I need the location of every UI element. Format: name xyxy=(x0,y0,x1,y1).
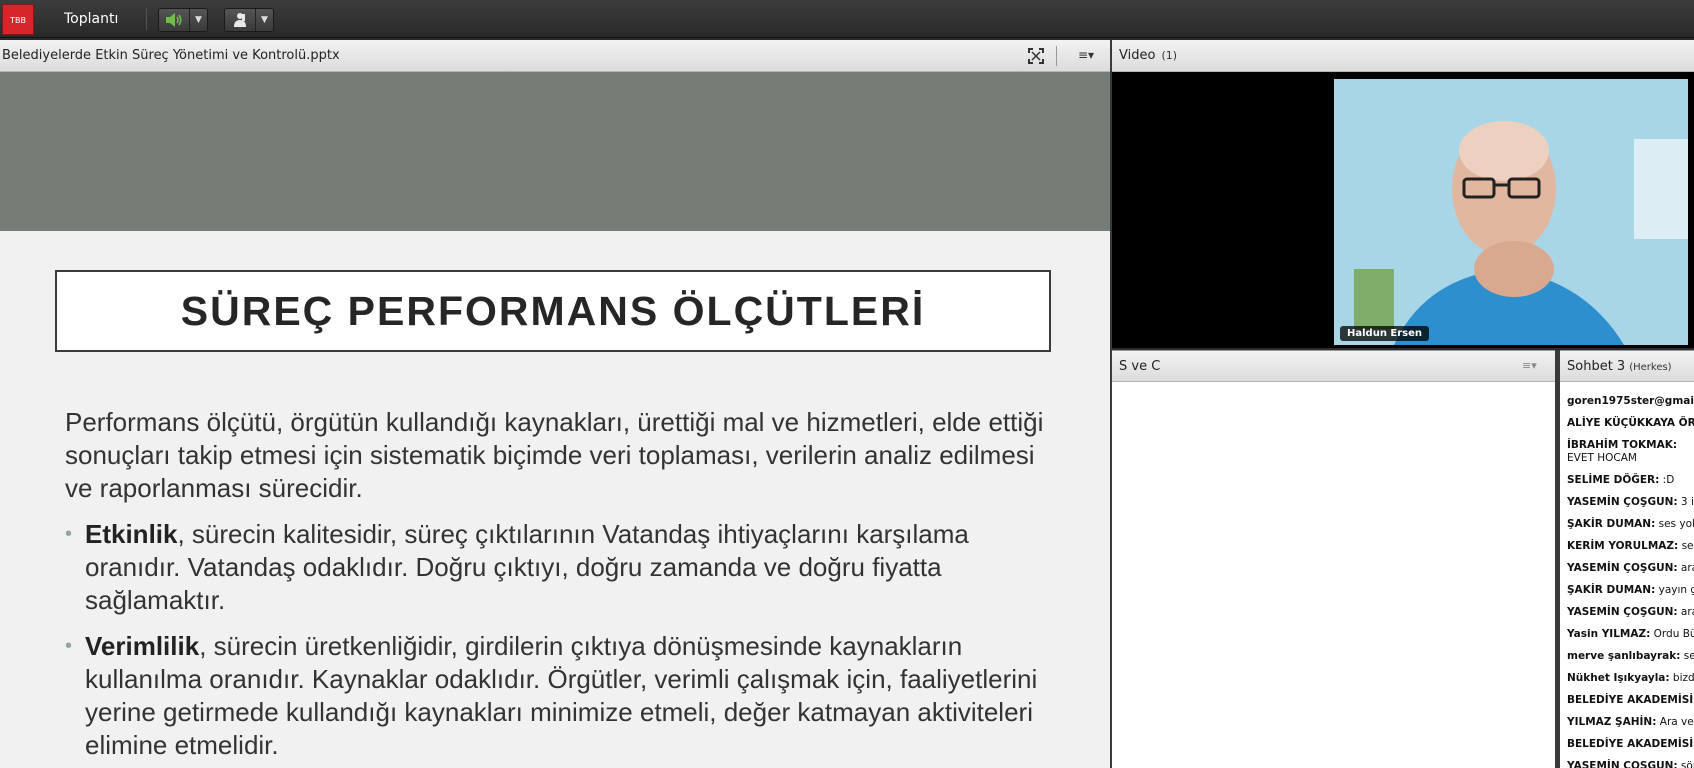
video-pod-title: Video (1) xyxy=(1119,48,1177,63)
chat-sender: YASEMİN ÇOŞGUN: xyxy=(1567,562,1678,574)
chat-message: YILMAZ ŞAHİN: Ara verd xyxy=(1567,716,1694,729)
app-logo: TBB xyxy=(2,4,34,35)
bullet-text: , sürecin kalitesidir, süreç çıktılarını… xyxy=(85,519,969,615)
qa-menu-icon[interactable]: ≡▾ xyxy=(1522,359,1537,372)
chat-text: sön xyxy=(1680,760,1694,768)
chat-sender: ŞAKİR DUMAN: xyxy=(1567,518,1656,530)
slide-bullet-etkinlik: • Etkinlik, sürecin kalitesidir, süreç ç… xyxy=(65,518,1065,617)
speaker-icon[interactable] xyxy=(159,9,189,31)
chat-pod-title: Sohbet 3 (Herkes) xyxy=(1567,359,1672,374)
chat-message: ŞAKİR DUMAN: ses yok xyxy=(1567,518,1694,531)
presenter-button[interactable]: ▼ xyxy=(224,8,274,32)
top-toolbar: TBB Toplantı ▼ ▼ xyxy=(0,0,1694,38)
speaker-dropdown-icon[interactable]: ▼ xyxy=(189,9,207,31)
chat-sender: YASEMİN ÇOŞGUN: xyxy=(1567,606,1678,618)
webcam-image xyxy=(1334,79,1688,345)
chat-message: YASEMİN ÇOŞGUN: ara v xyxy=(1567,562,1694,575)
qa-pod-body xyxy=(1112,382,1555,768)
chat-text: Ara verd xyxy=(1659,716,1694,728)
chat-message: Yasin YILMAZ: Ordu Büy xyxy=(1567,628,1694,641)
chat-message: ALİYE KÜÇÜKKAYA ÖRE xyxy=(1567,417,1694,430)
chat-message: SELİME DÖĞER: :D xyxy=(1567,474,1694,487)
presenter-dropdown-icon[interactable]: ▼ xyxy=(255,9,273,31)
chat-text: yayın gitti xyxy=(1658,584,1694,596)
chat-text: 3 iyi xyxy=(1680,496,1694,508)
chat-sender: SELİME DÖĞER: xyxy=(1567,474,1660,486)
toolbar-divider xyxy=(146,8,147,30)
chat-sender: ŞAKİR DUMAN: xyxy=(1567,584,1656,596)
chat-text: bizde xyxy=(1672,672,1694,684)
bullet-dot-icon: • xyxy=(65,523,73,545)
chat-sender: İBRAHİM TOKMAK: xyxy=(1567,439,1678,451)
speaker-button[interactable]: ▼ xyxy=(158,8,208,32)
chat-text: ara v xyxy=(1680,606,1694,618)
pod-menu-icon[interactable]: ≡▾ xyxy=(1078,48,1094,62)
slide-intro-text: Performans ölçütü, örgütün kullandığı ka… xyxy=(65,407,1044,503)
chat-message: İBRAHİM TOKMAK: EVET HOCAM xyxy=(1567,439,1694,465)
chat-pod-header: Sohbet 3 (Herkes) xyxy=(1560,350,1694,382)
chat-message: Nükhet Işıkyayla: bizde xyxy=(1567,672,1694,685)
chat-sender: ALİYE KÜÇÜKKAYA ÖRE xyxy=(1567,417,1694,429)
participant-name: Haldun Ersen xyxy=(1340,326,1430,341)
chat-sender: YASEMİN ÇOŞGUN: xyxy=(1567,760,1678,768)
chat-sender: YILMAZ ŞAHİN: xyxy=(1567,716,1657,728)
presentation-slide: SÜREÇ PERFORMANS ÖLÇÜTLERİ Performans öl… xyxy=(0,72,1110,768)
presentation-file-name: Belediyelerde Etkin Süreç Yönetimi ve Ko… xyxy=(2,48,340,63)
chat-message: BELEDİYE AKADEMİSİ: S xyxy=(1567,738,1694,751)
chat-text: ses xyxy=(1681,540,1694,552)
chat-sender: BELEDİYE AKADEMİSİ: xyxy=(1567,738,1694,750)
chat-text: ara v xyxy=(1680,562,1694,574)
slide-title-box: SÜREÇ PERFORMANS ÖLÇÜTLERİ xyxy=(55,270,1051,352)
chat-message: KERİM YORULMAZ: ses xyxy=(1567,540,1694,553)
video-area: Haldun Ersen xyxy=(1112,72,1694,348)
bullet-term: Verimlilik xyxy=(85,631,200,661)
video-pod-header: Video (1) xyxy=(1112,40,1694,72)
slide-header-band xyxy=(0,72,1110,231)
presenter-icon[interactable] xyxy=(225,9,255,31)
chat-message: YASEMİN ÇOŞGUN: ara v xyxy=(1567,606,1694,619)
qa-pod-title: S ve C xyxy=(1119,359,1161,374)
presentation-pod-header: Belediyelerde Etkin Süreç Yönetimi ve Ko… xyxy=(0,40,1110,72)
chat-audience: (Herkes) xyxy=(1629,362,1672,373)
meeting-menu[interactable]: Toplantı xyxy=(64,11,118,27)
bullet-term: Etkinlik xyxy=(85,519,178,549)
fullscreen-icon[interactable] xyxy=(1028,48,1044,68)
chat-sender: KERİM YORULMAZ: xyxy=(1567,540,1679,552)
chat-text: ses xyxy=(1683,650,1694,662)
chat-message: BELEDİYE AKADEMİSİ: H xyxy=(1567,694,1694,707)
bullet-dot-icon: • xyxy=(65,635,73,657)
chat-message: merve şanlıbayrak: ses xyxy=(1567,650,1694,663)
chat-message: YASEMİN ÇOŞGUN: 3 iyi xyxy=(1567,496,1694,509)
chat-text: :D xyxy=(1659,474,1675,486)
webcam-feed[interactable]: Haldun Ersen xyxy=(1334,79,1688,345)
slide-title: SÜREÇ PERFORMANS ÖLÇÜTLERİ xyxy=(180,287,926,334)
chat-text: EVET HOCAM xyxy=(1567,452,1637,464)
header-divider xyxy=(1056,46,1057,66)
chat-title: Sohbet 3 xyxy=(1567,359,1626,374)
bullet-text: , sürecin üretkenliğidir, girdilerin çık… xyxy=(85,631,1038,760)
chat-sender: merve şanlıbayrak: xyxy=(1567,650,1681,662)
video-count: (1) xyxy=(1161,49,1178,62)
chat-text: ses yok xyxy=(1655,518,1694,530)
chat-text: Ordu Büy xyxy=(1653,628,1694,640)
chat-sender: Yasin YILMAZ: xyxy=(1567,628,1651,640)
chat-message: ŞAKİR DUMAN: yayın gitti xyxy=(1567,584,1694,597)
chat-sender: Nükhet Işıkyayla: xyxy=(1567,672,1670,684)
chat-sender: YASEMİN ÇOŞGUN: xyxy=(1567,496,1678,508)
qa-pod-header: S ve C ≡▾ xyxy=(1112,350,1555,382)
chat-sender: BELEDİYE AKADEMİSİ: xyxy=(1567,694,1694,706)
chat-messages: goren1975ster@gmail. ALİYE KÜÇÜKKAYA ÖRE İ… xyxy=(1560,382,1694,768)
slide-bullet-verimlilik: • Verimlilik, sürecin üretkenliğidir, gi… xyxy=(65,630,1065,762)
chat-sender: goren1975ster@gmail. xyxy=(1567,395,1694,407)
chat-message: YASEMİN ÇOŞGUN: sön xyxy=(1567,760,1694,768)
chat-message: goren1975ster@gmail. xyxy=(1567,395,1694,408)
video-title: Video xyxy=(1119,48,1156,63)
